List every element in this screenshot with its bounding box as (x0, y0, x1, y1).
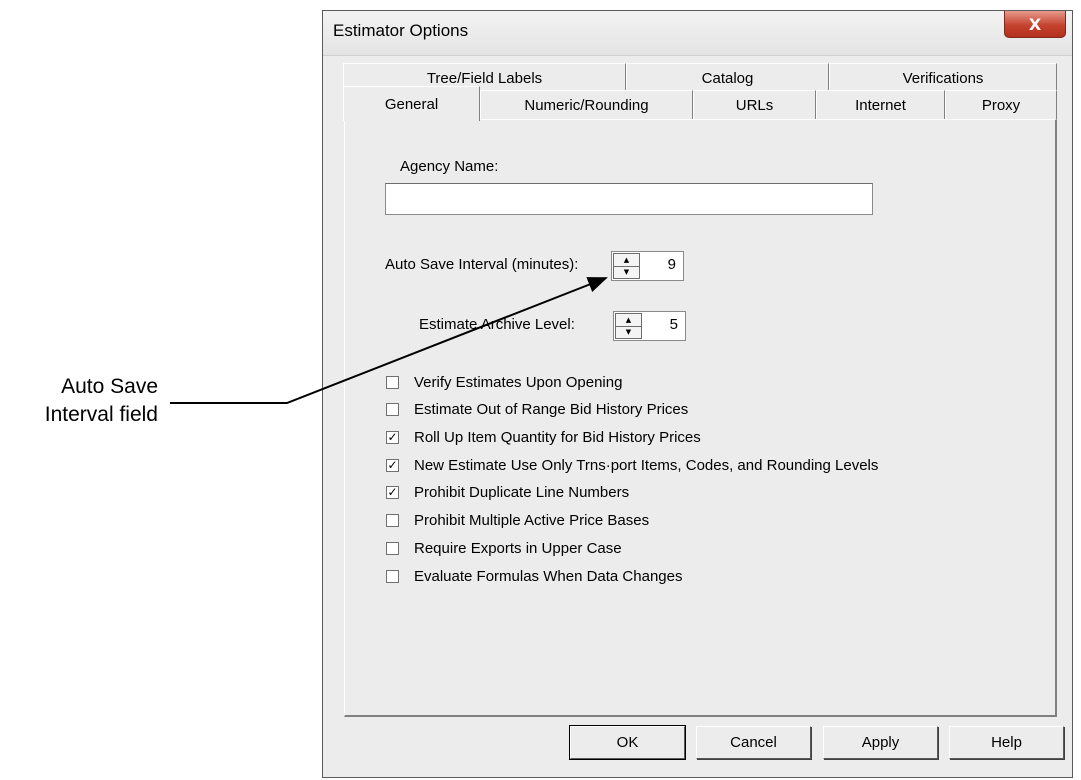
auto-save-interval-spinner[interactable]: ▲ ▼ 9 (611, 251, 684, 281)
estimate-archive-level-label: Estimate Archive Level: (419, 316, 575, 333)
close-icon: X (1028, 14, 1042, 34)
checkbox-prohibit-duplicate-line-numbers[interactable]: ✓ Prohibit Duplicate Line Numbers (386, 482, 629, 502)
checkbox-label: Verify Estimates Upon Opening (414, 373, 623, 391)
cancel-button-label: Cancel (730, 734, 777, 751)
agency-name-label: Agency Name: (400, 158, 499, 175)
estimate-archive-level-spinner[interactable]: ▲ ▼ 5 (613, 311, 686, 341)
checkbox-label: Require Exports in Upper Case (414, 539, 622, 557)
checkbox-evaluate-formulas[interactable]: Evaluate Formulas When Data Changes (386, 566, 682, 586)
title-bar: Estimator Options X (323, 11, 1072, 56)
checkbox-verify-estimates[interactable]: Verify Estimates Upon Opening (386, 372, 622, 392)
checkmark-icon: ✓ (387, 430, 398, 444)
ok-button-label: OK (616, 734, 639, 751)
spin-buttons: ▲ ▼ (615, 313, 642, 339)
spin-down-arrow-icon[interactable]: ▼ (614, 266, 639, 278)
tab-label: Proxy (981, 96, 1021, 114)
callout-label: Auto Save Interval field (0, 373, 158, 429)
tab-label: Verifications (902, 69, 984, 87)
help-button[interactable]: Help (949, 726, 1064, 759)
tab-numeric-rounding[interactable]: Numeric/Rounding (480, 90, 693, 119)
estimate-archive-level-value: 5 (669, 316, 678, 333)
checkbox-box[interactable] (386, 402, 399, 416)
callout-line-2: Interval field (44, 403, 158, 426)
ok-button[interactable]: OK (569, 725, 686, 760)
auto-save-interval-value: 9 (667, 256, 676, 273)
tab-catalog[interactable]: Catalog (626, 63, 829, 92)
tab-label: Catalog (701, 69, 754, 87)
checkbox-prohibit-multiple-price-bases[interactable]: Prohibit Multiple Active Price Bases (386, 510, 649, 530)
auto-save-interval-label: Auto Save Interval (minutes): (385, 256, 579, 273)
tab-proxy[interactable]: Proxy (945, 90, 1057, 119)
tab-general[interactable]: General (343, 86, 480, 121)
checkbox-box[interactable] (386, 513, 399, 527)
apply-button-label: Apply (861, 734, 900, 751)
spin-buttons: ▲ ▼ (613, 253, 640, 279)
checkbox-out-of-range-bid-history[interactable]: Estimate Out of Range Bid History Prices (386, 399, 688, 419)
tab-internet[interactable]: Internet (816, 90, 945, 119)
checkbox-box[interactable] (386, 375, 399, 389)
checkbox-trnsport-items-only[interactable]: ✓ New Estimate Use Only Trns·port Items,… (386, 455, 878, 475)
tab-label: General (384, 95, 439, 113)
checkbox-label: Prohibit Duplicate Line Numbers (414, 483, 630, 501)
checkbox-box[interactable] (386, 541, 399, 555)
close-button[interactable]: X (1004, 11, 1066, 38)
tab-urls[interactable]: URLs (693, 90, 816, 119)
help-button-label: Help (991, 734, 1022, 751)
checkbox-roll-up-item-quantity[interactable]: ✓ Roll Up Item Quantity for Bid History … (386, 427, 701, 447)
checkbox-box[interactable]: ✓ (386, 485, 399, 499)
window-title: Estimator Options (333, 21, 469, 40)
spin-down-arrow-icon[interactable]: ▼ (616, 326, 641, 338)
tab-label: Tree/Field Labels (426, 69, 543, 87)
checkmark-icon: ✓ (387, 458, 398, 472)
checkbox-label: Estimate Out of Range Bid History Prices (414, 400, 689, 418)
checkbox-box[interactable]: ✓ (386, 430, 399, 444)
checkbox-require-exports-upper-case[interactable]: Require Exports in Upper Case (386, 538, 622, 558)
checkbox-box[interactable] (386, 569, 399, 583)
checkbox-box[interactable]: ✓ (386, 458, 399, 472)
checkbox-label: Evaluate Formulas When Data Changes (414, 567, 683, 585)
cancel-button[interactable]: Cancel (696, 726, 811, 759)
tab-label: URLs (735, 96, 774, 114)
checkbox-label: New Estimate Use Only Trns·port Items, C… (414, 456, 879, 474)
agency-name-input[interactable] (385, 183, 873, 215)
checkmark-icon: ✓ (387, 485, 398, 499)
tab-label: Internet (855, 96, 906, 114)
checkbox-label: Prohibit Multiple Active Price Bases (414, 511, 650, 529)
callout-line-1: Auto Save (61, 375, 158, 398)
checkbox-label: Roll Up Item Quantity for Bid History Pr… (414, 428, 701, 446)
tab-label: Numeric/Rounding (524, 96, 649, 114)
apply-button[interactable]: Apply (823, 726, 938, 759)
tab-verifications[interactable]: Verifications (829, 63, 1057, 92)
